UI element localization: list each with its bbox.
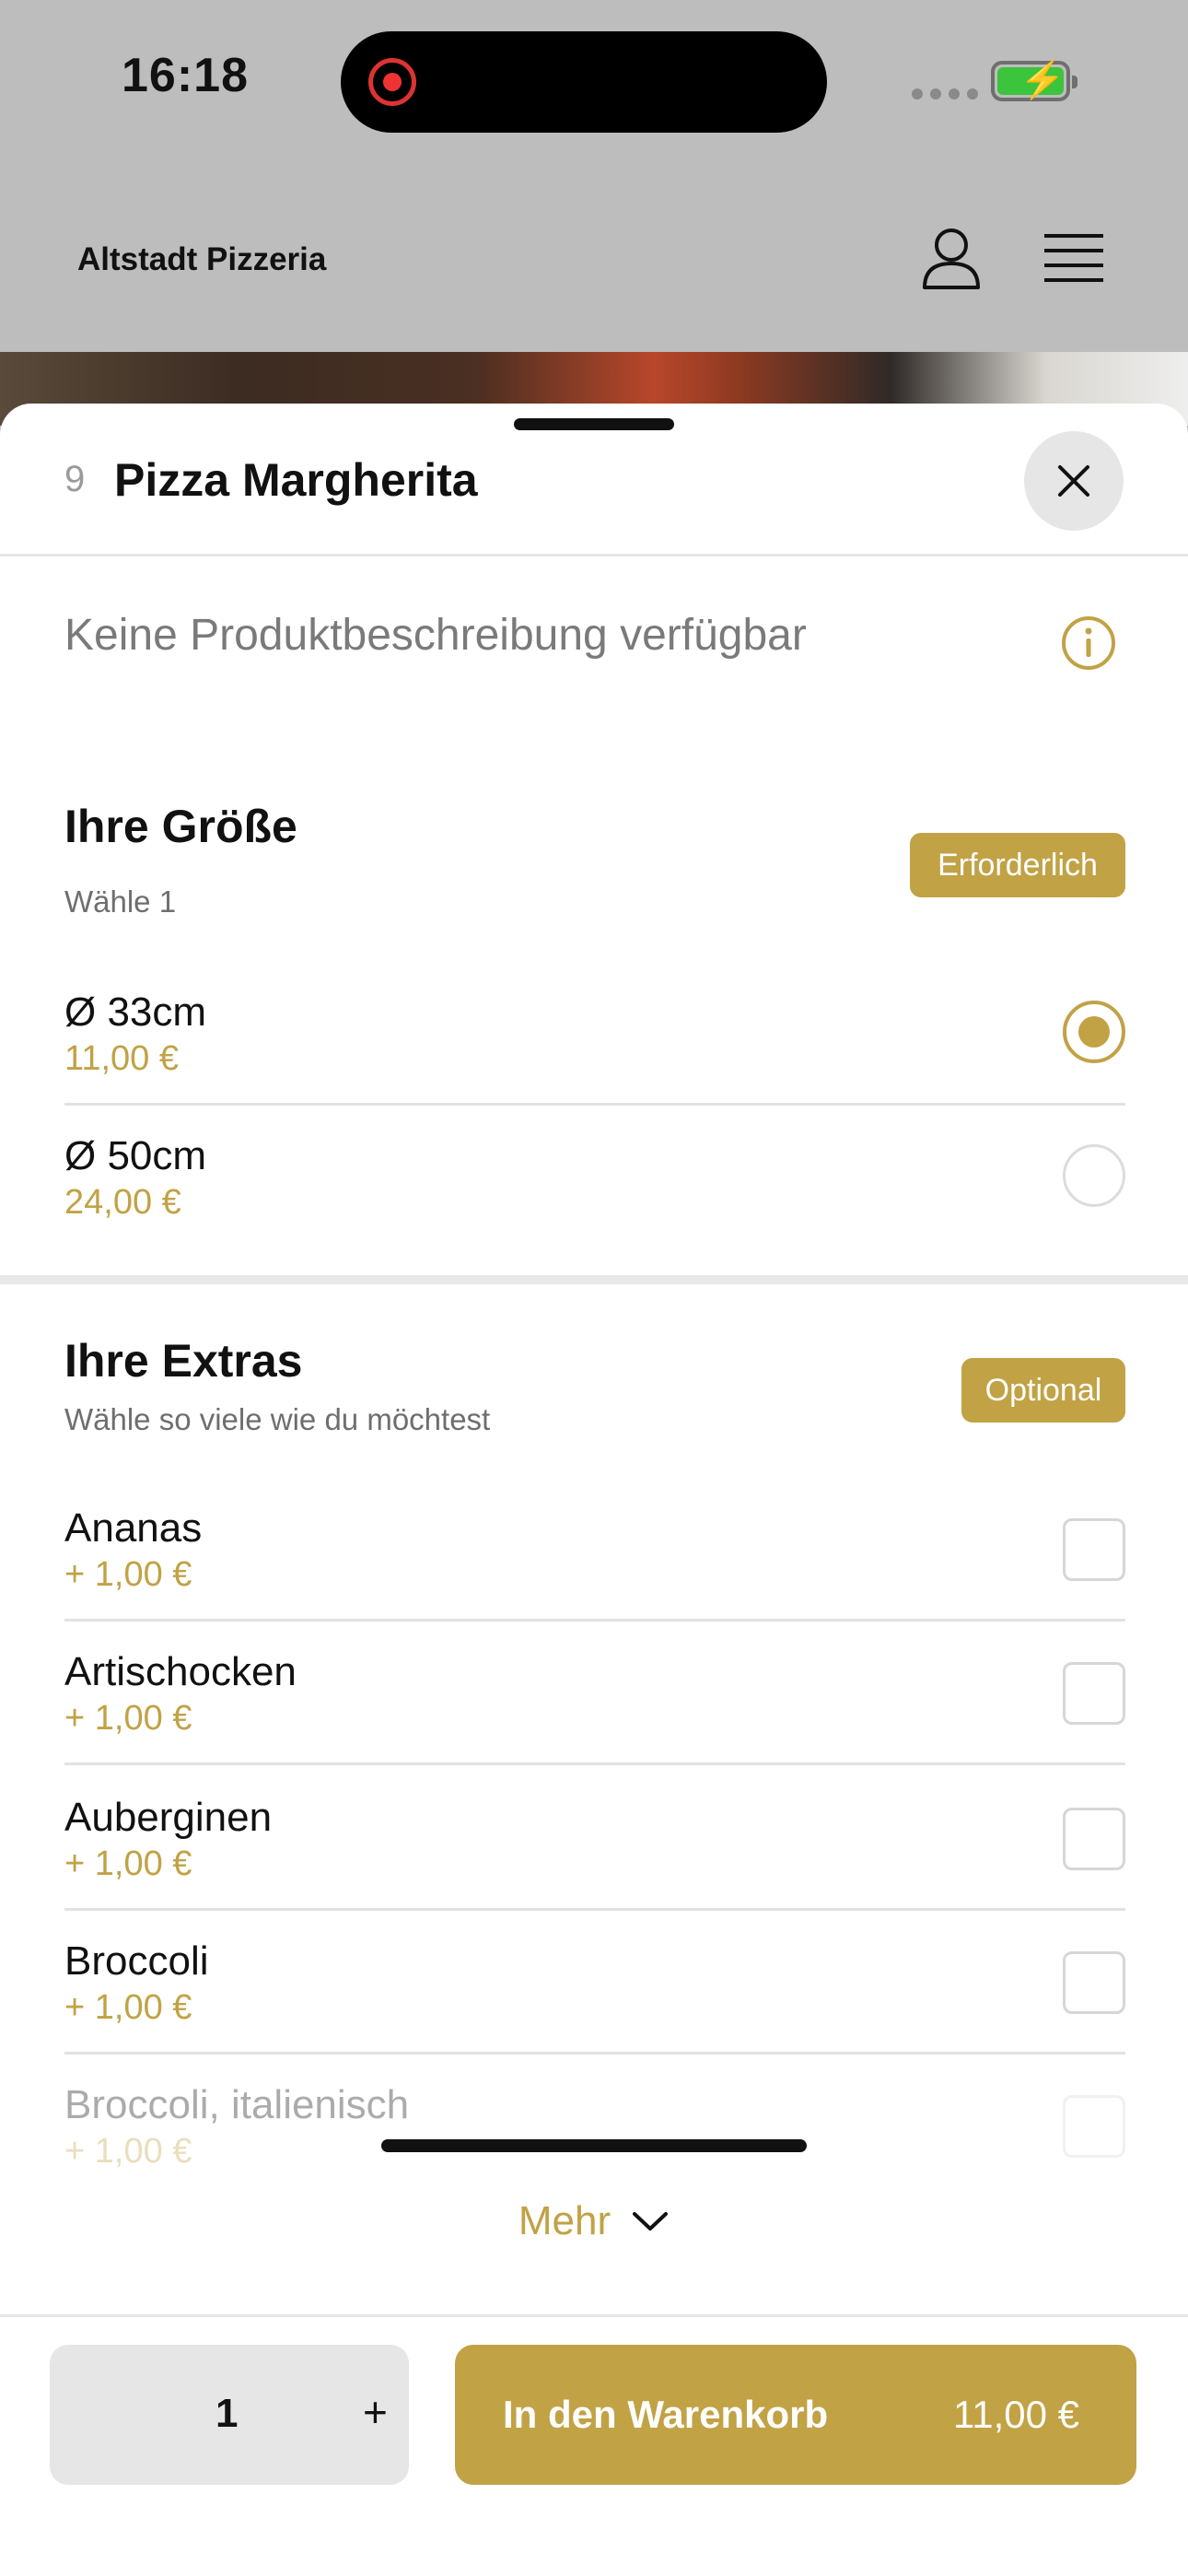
option-price: 24,00 € xyxy=(64,1183,181,1222)
quantity-stepper[interactable]: 1 + xyxy=(50,2345,409,2485)
close-icon xyxy=(1058,465,1089,497)
sheet-footer: 1 + In den Warenkorb 11,00 € xyxy=(0,2314,1188,2576)
add-to-cart-button[interactable]: In den Warenkorb 11,00 € xyxy=(455,2345,1136,2485)
extras-section-title: Ihre Extras xyxy=(64,1335,303,1387)
section-divider xyxy=(0,1275,1188,1284)
size-option-33cm[interactable]: Ø 33cm 11,00 € xyxy=(64,962,1125,1106)
status-time: 16:18 xyxy=(122,49,249,102)
product-number: 9 xyxy=(64,459,86,499)
extra-option-broccoli[interactable]: Broccoli + 1,00 € xyxy=(64,1911,1125,2055)
battery-icon: ⚡ xyxy=(991,60,1077,101)
home-indicator[interactable] xyxy=(381,2139,807,2152)
checkbox[interactable] xyxy=(1063,2095,1125,2158)
restaurant-name: Altstadt Pizzeria xyxy=(77,241,327,277)
menu-icon[interactable] xyxy=(1044,232,1103,284)
sheet-header: 9 Pizza Margherita xyxy=(0,404,1188,556)
app-header: Altstadt Pizzeria xyxy=(0,166,1188,350)
radio-unselected[interactable] xyxy=(1063,1144,1125,1207)
quantity-value: 1 xyxy=(215,2391,239,2436)
charging-icon: ⚡ xyxy=(1019,60,1066,100)
add-to-cart-price: 11,00 € xyxy=(952,2393,1079,2436)
signal-icon xyxy=(912,88,978,100)
info-icon[interactable] xyxy=(1061,615,1116,671)
radio-selected[interactable] xyxy=(1063,1001,1125,1063)
checkbox[interactable] xyxy=(1063,1808,1125,1870)
more-label: Mehr xyxy=(518,2198,611,2243)
option-price: + 1,00 € xyxy=(64,1844,192,1883)
user-icon[interactable] xyxy=(921,227,982,291)
checkbox[interactable] xyxy=(1063,1951,1125,2014)
recording-icon xyxy=(368,58,416,106)
checkbox[interactable] xyxy=(1063,1518,1125,1581)
chevron-down-icon xyxy=(633,2212,669,2231)
option-price: + 1,00 € xyxy=(64,1699,192,1738)
option-name: Ananas xyxy=(64,1505,203,1551)
extra-option-ananas[interactable]: Ananas + 1,00 € xyxy=(64,1478,1125,1622)
optional-badge: Optional xyxy=(961,1358,1125,1423)
size-section-title: Ihre Größe xyxy=(64,801,297,852)
option-price: + 1,00 € xyxy=(64,1988,192,2027)
option-name: Ø 33cm xyxy=(64,989,207,1035)
close-button[interactable] xyxy=(1024,431,1124,531)
checkbox[interactable] xyxy=(1063,1662,1125,1725)
option-name: Auberginen xyxy=(64,1795,273,1840)
size-section-subtitle: Wähle 1 xyxy=(64,884,177,919)
extra-option-auberginen[interactable]: Auberginen + 1,00 € xyxy=(64,1767,1125,1911)
option-price: + 1,00 € xyxy=(64,2132,192,2171)
sheet-grabber[interactable] xyxy=(514,418,674,430)
product-description: Keine Produktbeschreibung verfügbar xyxy=(64,611,807,660)
size-option-50cm[interactable]: Ø 50cm 24,00 € xyxy=(64,1106,1125,1249)
required-badge: Erforderlich xyxy=(910,833,1125,897)
add-to-cart-label: In den Warenkorb xyxy=(503,2393,829,2436)
more-button[interactable]: Mehr xyxy=(0,2198,1188,2244)
option-name: Artischocken xyxy=(64,1649,297,1694)
option-price: 11,00 € xyxy=(64,1039,179,1078)
extras-section-subtitle: Wähle so viele wie du möchtest xyxy=(64,1402,491,1436)
option-price: + 1,00 € xyxy=(64,1555,192,1594)
quantity-plus-button[interactable]: + xyxy=(363,2387,388,2437)
status-bar: 16:18 ⚡ xyxy=(0,0,1188,166)
extra-option-artischocken[interactable]: Artischocken + 1,00 € xyxy=(64,1622,1125,1765)
option-name: Ø 50cm xyxy=(64,1133,207,1178)
option-name: Broccoli xyxy=(64,1938,209,1984)
product-title: Pizza Margherita xyxy=(114,454,478,506)
product-sheet: 9 Pizza Margherita Keine Produktbeschrei… xyxy=(0,404,1188,2576)
extra-option-broccoli-italienisch[interactable]: Broccoli, italienisch + 1,00 € xyxy=(64,2055,1125,2198)
option-name: Broccoli, italienisch xyxy=(64,2082,410,2127)
dynamic-island xyxy=(341,31,827,133)
